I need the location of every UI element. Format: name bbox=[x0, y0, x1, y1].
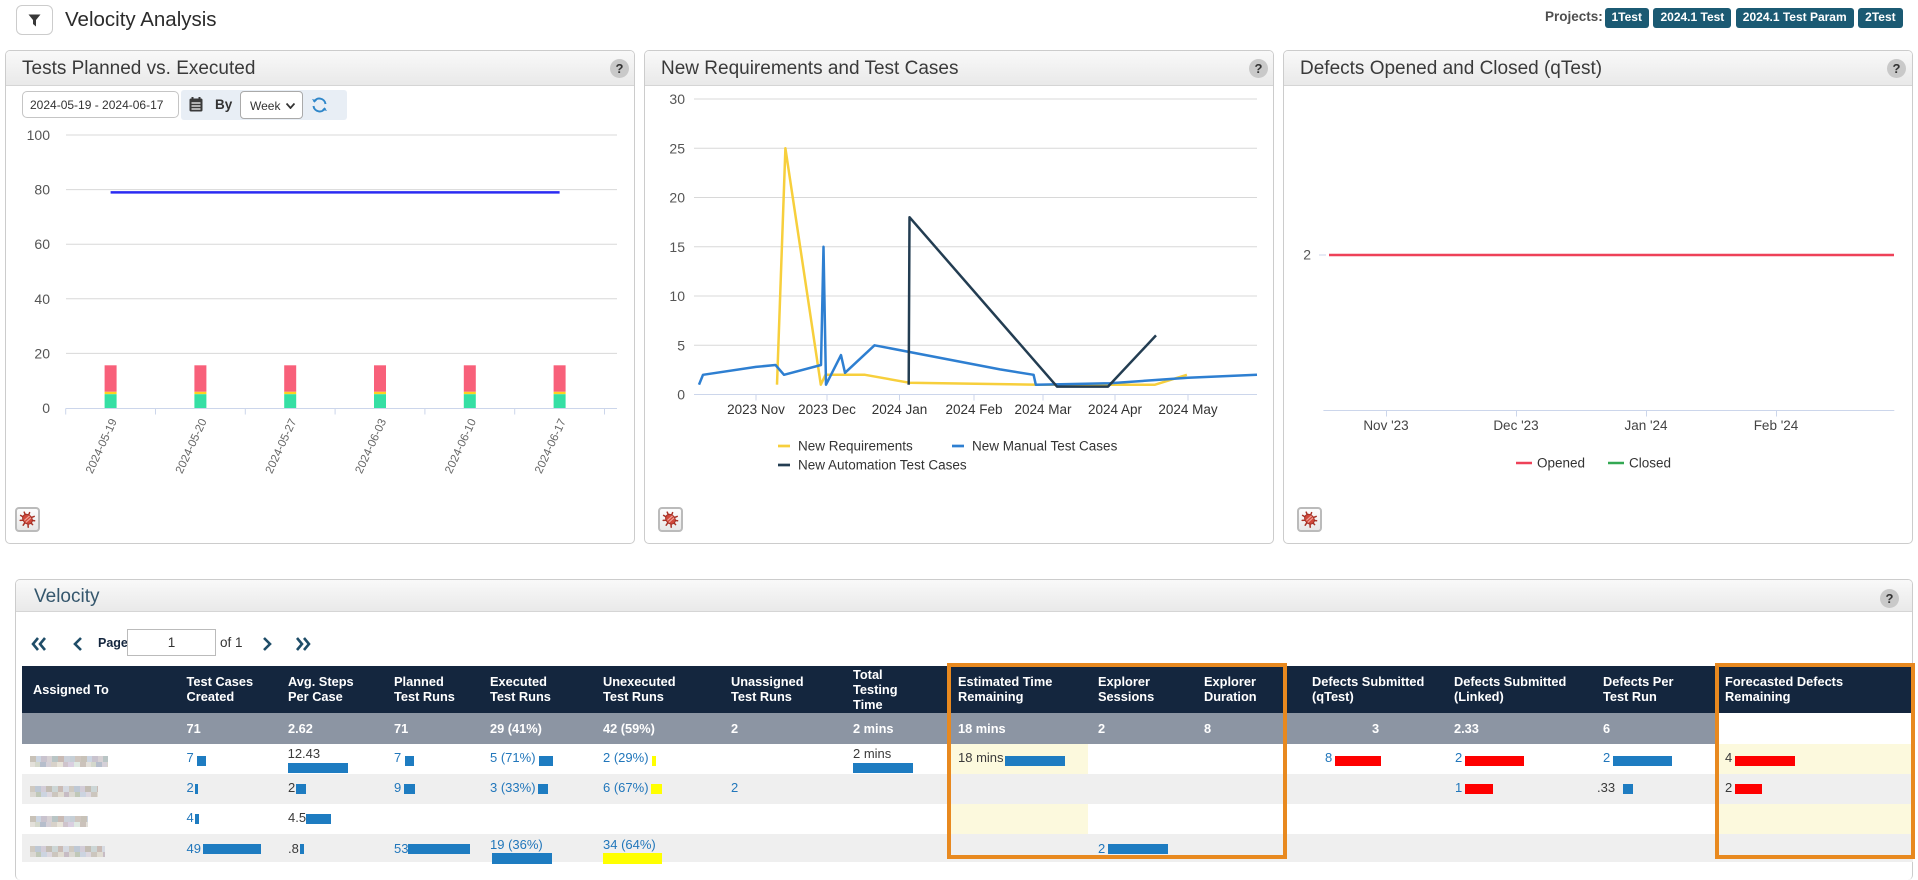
svg-text:0: 0 bbox=[677, 387, 685, 403]
svg-text:40: 40 bbox=[34, 291, 50, 307]
svg-text:0: 0 bbox=[42, 400, 50, 416]
svg-text:2024 Apr: 2024 Apr bbox=[1088, 402, 1143, 417]
svg-text:2023 Dec: 2023 Dec bbox=[798, 402, 856, 417]
svg-text:2024 May: 2024 May bbox=[1158, 402, 1218, 417]
svg-text:2024-06-10: 2024-06-10 bbox=[443, 417, 479, 475]
svg-text:New Requirements: New Requirements bbox=[798, 439, 913, 454]
svg-text:80: 80 bbox=[34, 182, 50, 198]
svg-text:2024-05-27: 2024-05-27 bbox=[264, 417, 300, 475]
svg-text:Closed: Closed bbox=[1629, 456, 1671, 471]
svg-text:2024-05-20: 2024-05-20 bbox=[174, 417, 210, 475]
svg-text:New Automation Test Cases: New Automation Test Cases bbox=[798, 458, 967, 473]
svg-text:Feb '24: Feb '24 bbox=[1754, 418, 1799, 433]
svg-text:2024-06-03: 2024-06-03 bbox=[353, 417, 389, 475]
svg-text:Jan '24: Jan '24 bbox=[1624, 418, 1668, 433]
svg-text:5: 5 bbox=[677, 337, 685, 353]
svg-text:Opened: Opened bbox=[1537, 456, 1585, 471]
svg-text:25: 25 bbox=[669, 140, 685, 156]
svg-text:100: 100 bbox=[27, 127, 51, 143]
svg-text:2024-05-19: 2024-05-19 bbox=[84, 417, 120, 475]
svg-text:New Manual Test Cases: New Manual Test Cases bbox=[972, 439, 1118, 454]
svg-text:2024 Jan: 2024 Jan bbox=[872, 402, 928, 417]
svg-text:2024-06-17: 2024-06-17 bbox=[533, 417, 569, 475]
svg-text:20: 20 bbox=[34, 345, 50, 361]
svg-text:10: 10 bbox=[669, 288, 685, 304]
svg-text:20: 20 bbox=[669, 190, 685, 206]
svg-text:Nov '23: Nov '23 bbox=[1363, 418, 1408, 433]
svg-text:60: 60 bbox=[34, 236, 50, 252]
svg-text:15: 15 bbox=[669, 239, 685, 255]
svg-text:Dec '23: Dec '23 bbox=[1493, 418, 1538, 433]
svg-text:2: 2 bbox=[1303, 247, 1311, 263]
svg-text:2024 Feb: 2024 Feb bbox=[945, 402, 1002, 417]
svg-text:2023 Nov: 2023 Nov bbox=[727, 402, 785, 417]
svg-text:2024 Mar: 2024 Mar bbox=[1014, 402, 1072, 417]
svg-text:30: 30 bbox=[669, 91, 685, 107]
